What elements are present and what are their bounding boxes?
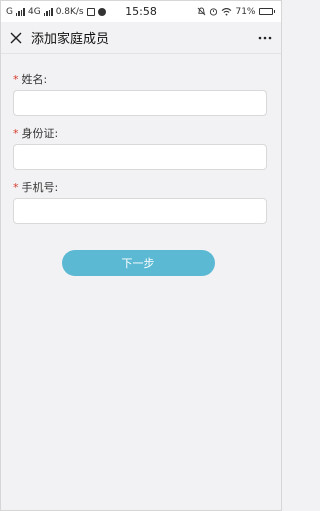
carrier-label-1: G bbox=[6, 6, 13, 17]
required-mark: * bbox=[13, 181, 19, 194]
status-left: G 4G 0.8K/s bbox=[6, 7, 106, 17]
member-form: * 姓名: * 身份证: * 手机号: 下一步 bbox=[1, 54, 281, 276]
nav-left: 添加家庭成员 bbox=[9, 28, 109, 47]
phone-field-group: * 手机号: bbox=[13, 180, 267, 224]
carrier-label-2: 4G bbox=[27, 6, 41, 17]
battery-icon bbox=[258, 8, 275, 15]
name-label-text: 姓名: bbox=[21, 73, 48, 86]
app-notification-icon bbox=[97, 7, 106, 16]
notification-icon bbox=[86, 7, 95, 16]
id-card-label: * 身份证: bbox=[13, 126, 266, 142]
battery-percent: 71% bbox=[235, 6, 256, 17]
required-mark: * bbox=[13, 127, 19, 140]
phone-input[interactable] bbox=[13, 198, 267, 224]
app-screen: G 4G 0.8K/s 15:58 71% 添加家庭成员 * 姓名: * 身份证… bbox=[0, 0, 282, 511]
signal-icon-2 bbox=[43, 7, 53, 16]
page-title: 添加家庭成员 bbox=[31, 32, 110, 47]
wifi-icon bbox=[222, 8, 232, 16]
name-label: * 姓名: bbox=[13, 72, 266, 88]
required-mark: * bbox=[13, 73, 19, 86]
status-bar: G 4G 0.8K/s 15:58 71% bbox=[1, 1, 281, 22]
status-right: 71% bbox=[197, 7, 275, 17]
signal-icon bbox=[15, 7, 25, 16]
close-icon[interactable] bbox=[9, 31, 23, 45]
phone-label-text: 手机号: bbox=[21, 181, 59, 194]
nav-bar: 添加家庭成员 bbox=[1, 22, 281, 54]
name-field-group: * 姓名: bbox=[13, 72, 267, 116]
next-button-wrap: 下一步 bbox=[13, 250, 266, 276]
phone-label: * 手机号: bbox=[13, 180, 266, 196]
name-input[interactable] bbox=[13, 90, 267, 116]
id-card-input[interactable] bbox=[13, 144, 267, 170]
id-card-field-group: * 身份证: bbox=[13, 126, 267, 170]
more-icon[interactable] bbox=[257, 31, 273, 45]
alarm-icon bbox=[210, 8, 218, 16]
id-card-label-text: 身份证: bbox=[21, 127, 59, 140]
network-speed: 0.8K/s bbox=[55, 6, 84, 17]
mute-icon bbox=[198, 7, 206, 16]
next-button[interactable]: 下一步 bbox=[61, 250, 215, 276]
